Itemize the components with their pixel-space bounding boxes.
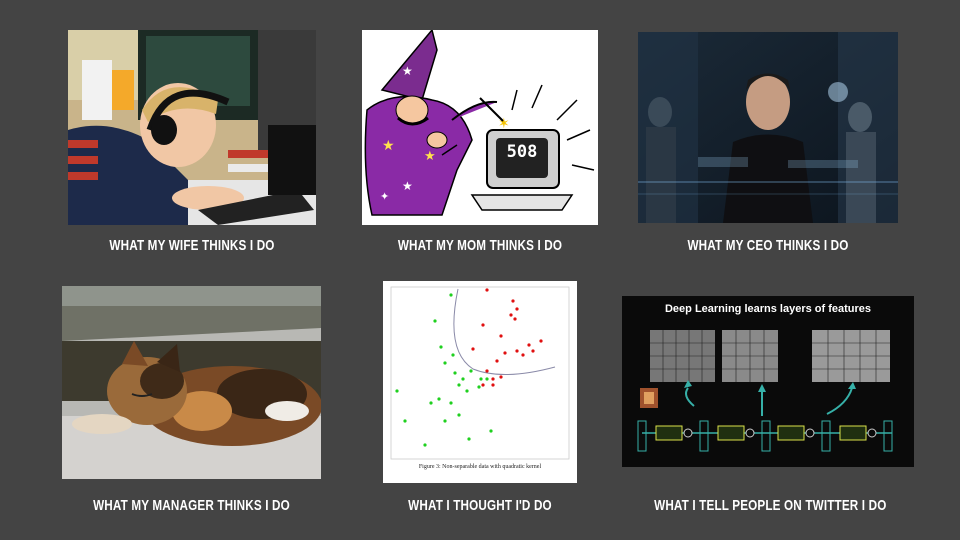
scatter-point-red (495, 359, 499, 363)
scatter-point-red (471, 347, 475, 351)
caption-thought: WHAT I THOUGHT I'D DO (408, 497, 552, 514)
figure-scatter-plot: Figure 3: Non-separable data with quadra… (383, 281, 577, 483)
scatter-point-red (515, 307, 519, 311)
scatter-point-red (485, 288, 489, 292)
caption-mom: WHAT MY MOM THINKS I DO (397, 237, 563, 254)
scatter-point-red (515, 349, 519, 353)
scatter-point-green (429, 401, 433, 405)
scatter-point-red (481, 383, 485, 387)
scatter-point-red (527, 343, 531, 347)
scatter-point-green (461, 377, 465, 381)
svg-text:★: ★ (424, 148, 436, 163)
scatter-point-green (403, 419, 407, 423)
caption-manager: WHAT MY MANAGER THINKS I DO (93, 497, 290, 514)
photo-boy-laptop (68, 30, 316, 225)
caption-wife: WHAT MY WIFE THINKS I DO (109, 237, 275, 254)
caption-twitter: WHAT I TELL PEOPLE ON TWITTER I DO (654, 497, 887, 514)
scatter-point-red (491, 377, 495, 381)
slide-deep-learning: Deep Learning learns layers of features (622, 296, 914, 467)
scatter-point-red (499, 375, 503, 379)
scatter-figure-caption: Figure 3: Non-separable data with quadra… (418, 464, 542, 470)
scatter-point-green (477, 385, 481, 389)
photo-sleeping-cat (62, 286, 321, 479)
caption-ceo: WHAT MY CEO THINKS I DO (687, 237, 849, 254)
scatter-point-green (457, 413, 461, 417)
scatter-point-green (423, 443, 427, 447)
scatter-point-green (451, 353, 455, 357)
scatter-point-green (479, 377, 483, 381)
scatter-point-red (521, 353, 525, 357)
scatter-point-green (443, 361, 447, 365)
scatter-point-green (457, 383, 461, 387)
svg-text:★: ★ (402, 179, 413, 193)
scatter-point-green (437, 397, 441, 401)
scatter-point-green (449, 293, 453, 297)
scatter-point-green (469, 369, 473, 373)
scatter-point-green (395, 389, 399, 393)
wizard-screen-text: 508 (506, 142, 538, 162)
scatter-point-green (433, 319, 437, 323)
scatter-point-red (491, 383, 495, 387)
scatter-point-red (485, 369, 489, 373)
scatter-point-red (539, 339, 543, 343)
scatter-point-green (453, 371, 457, 375)
scatter-point-red (499, 334, 503, 338)
scatter-point-red (531, 349, 535, 353)
scatter-point-red (481, 323, 485, 327)
scatter-point-green (443, 419, 447, 423)
svg-text:✶: ✶ (498, 115, 510, 131)
scatter-point-red (513, 317, 517, 321)
scatter-point-green (489, 429, 493, 433)
svg-text:✦: ✦ (380, 191, 389, 203)
scatter-point-green (449, 401, 453, 405)
scatter-point-green (485, 377, 489, 381)
svg-text:★: ★ (402, 64, 413, 78)
cartoon-wizard-computer: ★ ★ ★ ★ ✦ ✶ 508 (362, 30, 598, 225)
photo-futuristic-interface (638, 32, 898, 223)
scatter-point-red (503, 351, 507, 355)
scatter-point-red (511, 299, 515, 303)
scatter-point-green (465, 389, 469, 393)
svg-text:★: ★ (382, 137, 395, 153)
scatter-point-red (509, 313, 513, 317)
scatter-point-green (467, 437, 471, 441)
scatter-point-green (439, 345, 443, 349)
